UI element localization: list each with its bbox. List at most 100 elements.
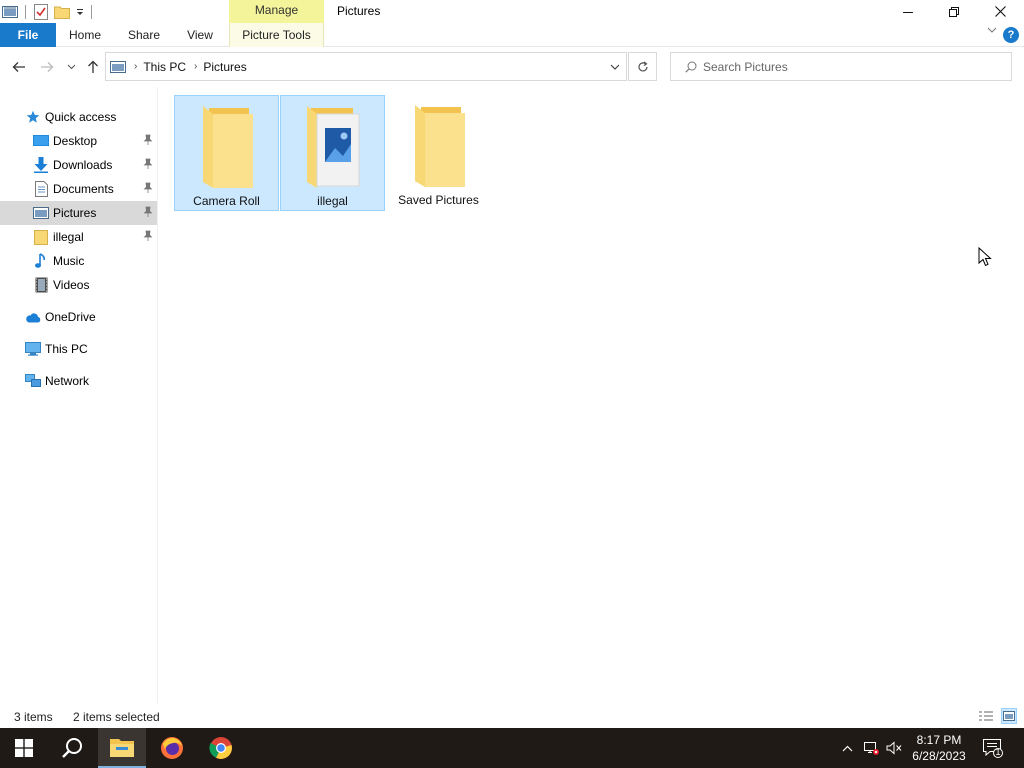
folder-tile-illegal[interactable]: illegal — [280, 95, 385, 211]
mouse-cursor — [978, 246, 992, 270]
search-input[interactable] — [703, 59, 1003, 74]
folder-tile-camera-roll[interactable]: Camera Roll — [174, 95, 279, 211]
tab-picture-tools[interactable]: Picture Tools — [229, 23, 324, 47]
nav-label: Music — [53, 254, 85, 268]
nav-label: Quick access — [45, 110, 117, 124]
picture-folder-icon — [306, 106, 359, 188]
large-icons-view-button[interactable] — [1001, 708, 1017, 724]
nav-label: Downloads — [53, 158, 113, 172]
nav-label: Network — [45, 374, 90, 388]
folder-icon — [202, 106, 253, 188]
tab-file[interactable]: File — [0, 23, 56, 47]
start-icon — [15, 739, 33, 757]
breadcrumb-chevron-icon[interactable]: › — [134, 61, 137, 72]
selection-count: 2 items selected — [73, 710, 160, 724]
network-disconnected-icon — [864, 742, 879, 755]
volume-muted-icon — [886, 741, 902, 755]
details-view-button[interactable] — [978, 708, 994, 724]
tab-view[interactable]: View — [178, 23, 222, 47]
address-dropdown-icon[interactable] — [610, 60, 620, 74]
quick-access-toolbar — [0, 0, 98, 23]
chrome-icon — [209, 737, 232, 759]
nav-item-documents[interactable]: Documents — [0, 177, 157, 201]
restore-button[interactable] — [931, 0, 977, 23]
folder-icon — [33, 229, 49, 245]
system-clock[interactable]: 8:17 PM 6/28/2023 — [908, 732, 970, 764]
customize-toolbar-icon[interactable] — [71, 3, 89, 21]
properties-icon[interactable] — [32, 3, 50, 21]
new-folder-icon[interactable] — [53, 3, 71, 21]
nav-network[interactable]: Network — [0, 369, 157, 393]
up-button[interactable] — [84, 57, 102, 77]
search-box[interactable] — [670, 52, 1012, 81]
back-button[interactable] — [10, 57, 28, 77]
notification-badge: 1 — [995, 747, 1001, 757]
download-arrow-icon — [33, 157, 49, 173]
item-label[interactable]: Camera Roll — [193, 194, 260, 208]
pictures-icon — [33, 205, 49, 221]
close-icon — [994, 6, 1006, 17]
nav-this-pc[interactable]: This PC — [0, 337, 157, 361]
nav-onedrive[interactable]: OneDrive — [0, 305, 157, 329]
expand-ribbon-icon[interactable] — [987, 25, 997, 38]
nav-item-desktop[interactable]: Desktop — [0, 129, 157, 153]
pin-icon[interactable] — [143, 134, 153, 149]
taskbar-search-button[interactable] — [48, 728, 96, 768]
large-icons-view-icon — [1003, 711, 1015, 721]
nav-label: OneDrive — [45, 310, 96, 324]
ribbon-tabs: File Home Share View Picture Tools ? — [0, 23, 1024, 47]
file-explorer-icon — [110, 739, 134, 757]
taskbar-file-explorer[interactable] — [98, 728, 146, 768]
window-icon[interactable] — [1, 3, 19, 21]
pin-icon[interactable] — [143, 182, 153, 197]
breadcrumb-chevron-icon[interactable]: › — [194, 61, 197, 72]
address-bar[interactable]: › This PC › Pictures — [105, 52, 627, 81]
pin-icon[interactable] — [143, 206, 153, 221]
nav-item-downloads[interactable]: Downloads — [0, 153, 157, 177]
nav-label: Videos — [53, 278, 90, 292]
breadcrumb-this-pc[interactable]: This PC — [143, 60, 186, 74]
chevron-down-icon — [67, 64, 75, 70]
nav-item-pictures[interactable]: Pictures — [0, 201, 157, 225]
show-hidden-icons-button[interactable] — [838, 728, 856, 768]
tab-home[interactable]: Home — [62, 23, 108, 47]
pin-icon[interactable] — [143, 230, 153, 245]
nav-item-videos[interactable]: Videos — [0, 273, 157, 297]
refresh-button[interactable] — [628, 52, 657, 81]
breadcrumb-pictures[interactable]: Pictures — [203, 60, 246, 74]
item-count: 3 items — [14, 710, 53, 724]
pin-icon[interactable] — [143, 158, 153, 173]
status-bar: 3 items 2 items selected — [0, 703, 1024, 728]
network-tray-button[interactable] — [860, 728, 882, 768]
help-icon[interactable]: ? — [1003, 27, 1019, 43]
action-center-button[interactable]: 1 — [980, 728, 1006, 768]
tab-share[interactable]: Share — [121, 23, 167, 47]
minimize-button[interactable] — [885, 0, 931, 23]
up-arrow-icon — [88, 60, 98, 73]
file-list[interactable]: Camera Roll illegal Saved Pictures — [158, 87, 1024, 703]
item-label[interactable]: illegal — [317, 194, 348, 208]
nav-label: Desktop — [53, 134, 98, 148]
firefox-icon — [161, 737, 183, 759]
forward-button[interactable] — [38, 57, 56, 77]
nav-quick-access[interactable]: Quick access — [0, 105, 157, 129]
close-button[interactable] — [977, 0, 1023, 23]
recent-locations-button[interactable] — [64, 57, 78, 77]
document-icon — [33, 181, 49, 197]
restore-icon — [949, 6, 959, 17]
nav-item-music[interactable]: Music — [0, 249, 157, 273]
manage-contextual-tab[interactable]: Manage — [229, 0, 324, 23]
taskbar-firefox[interactable] — [148, 728, 196, 768]
start-button[interactable] — [0, 728, 48, 768]
folder-tile-saved-pictures[interactable]: Saved Pictures — [386, 95, 491, 211]
nav-label: This PC — [45, 342, 88, 356]
volume-tray-button[interactable] — [884, 728, 906, 768]
nav-item-illegal[interactable]: illegal — [0, 225, 157, 249]
taskbar-chrome[interactable] — [197, 728, 245, 768]
refresh-icon — [637, 60, 648, 71]
details-view-icon — [979, 711, 993, 721]
toolbar-divider — [25, 4, 26, 19]
music-note-icon — [33, 253, 49, 269]
navigation-pane: Quick access Desktop Downloads Documents… — [0, 97, 157, 703]
item-label[interactable]: Saved Pictures — [398, 193, 479, 207]
